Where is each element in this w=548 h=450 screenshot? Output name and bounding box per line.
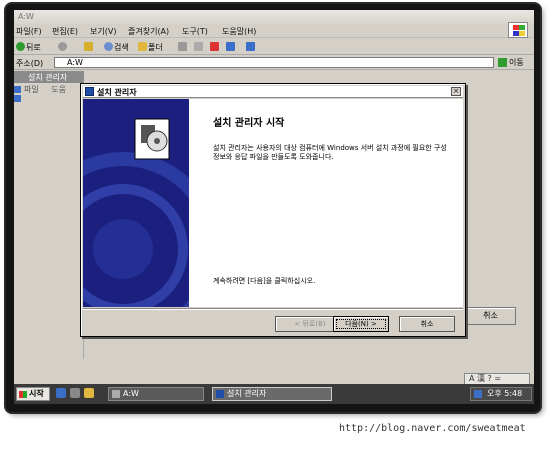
search-icon[interactable]: [104, 42, 113, 51]
cancel-button[interactable]: 취소: [399, 316, 455, 332]
start-button[interactable]: 시작: [16, 387, 50, 401]
menu-view[interactable]: 보기(V): [90, 26, 116, 37]
folders-button[interactable]: 폴더: [148, 42, 163, 53]
child-window-title[interactable]: 설치 관리자: [14, 71, 84, 83]
cd-artwork-icon: [83, 118, 189, 307]
forward-arrow-icon[interactable]: [58, 42, 67, 51]
explorer-title: A:W: [18, 12, 34, 21]
menu-edit[interactable]: 편집(E): [52, 26, 78, 37]
dialog-hint: 계속하려면 [다음]을 클릭하십시오.: [213, 277, 316, 285]
go-label: 이동: [509, 58, 524, 67]
views-icon[interactable]: [246, 42, 255, 51]
taskbar-item-explorer[interactable]: A:W: [108, 387, 204, 401]
quick-launch-ie-icon[interactable]: [56, 388, 66, 398]
setup-app-icon: [85, 87, 94, 96]
desktop-screen: A:W 파일(F) 편집(E) 보기(V) 즐겨찾기(A) 도구(T) 도움말(…: [14, 10, 534, 404]
side-icons: [14, 84, 22, 124]
dialog-title: 설치 관리자: [97, 88, 137, 97]
windows-logo-icon: [508, 22, 528, 38]
address-bar: 주소(D) A:W 이동: [14, 56, 534, 70]
explorer-toolbar: 뒤로 검색 폴더: [14, 39, 534, 55]
quick-launch-desktop-icon[interactable]: [70, 388, 80, 398]
system-tray[interactable]: 오후 5:48: [470, 387, 532, 401]
dialog-title-bar[interactable]: 설치 관리자 ×: [83, 86, 463, 98]
go-button[interactable]: 이동: [498, 57, 532, 68]
menu-help[interactable]: 도움말(H): [222, 26, 256, 37]
delete-icon[interactable]: [210, 42, 219, 51]
back-arrow-icon[interactable]: [16, 42, 25, 51]
setup-manager-dialog: 설치 관리자 × 설치 관리자 시작 설치 관리자는 사용자의 대상 컴퓨터에 …: [80, 83, 466, 337]
windows-flag-icon: [19, 391, 27, 398]
dialog-separator: [83, 308, 463, 310]
menu-file[interactable]: 파일(F): [16, 26, 42, 37]
app-icon: [14, 95, 21, 102]
dialog-description: 설치 관리자는 사용자의 대상 컴퓨터에 Windows 서버 설치 과정에 필…: [213, 144, 447, 161]
folder-icon: [112, 390, 120, 398]
address-field[interactable]: A:W: [54, 57, 494, 68]
taskbar: 시작 A:W 설치 관리자 오후 5:48: [14, 384, 534, 404]
copy-to-icon[interactable]: [194, 42, 203, 51]
back-button[interactable]: 뒤로: [26, 42, 41, 53]
quick-launch-explorer-icon[interactable]: [84, 388, 94, 398]
explorer-title-bar[interactable]: A:W: [14, 10, 534, 24]
undo-icon[interactable]: [226, 42, 235, 51]
address-label: 주소(D): [16, 59, 44, 68]
wizard-banner: [83, 99, 189, 307]
dialog-body: 설치 관리자 시작 설치 관리자는 사용자의 대상 컴퓨터에 Windows 서…: [83, 99, 463, 307]
child-menu-file[interactable]: 파일: [24, 85, 39, 94]
setup-app-icon: [216, 390, 224, 398]
menu-tools[interactable]: 도구(T): [182, 26, 208, 37]
task-label: 설치 관리자: [227, 389, 267, 398]
move-to-icon[interactable]: [178, 42, 187, 51]
close-button[interactable]: ×: [451, 87, 461, 96]
taskbar-item-setup-manager[interactable]: 설치 관리자: [212, 387, 332, 401]
child-menu-help[interactable]: 도움: [51, 85, 66, 94]
start-label: 시작: [29, 389, 44, 398]
task-label: A:W: [123, 389, 139, 398]
folders-icon[interactable]: [138, 42, 147, 51]
clock: 오후 5:48: [487, 389, 523, 398]
child-menu-bar: 파일 도움: [24, 84, 76, 95]
app-icon: [14, 86, 21, 93]
go-arrow-icon: [498, 58, 507, 67]
menu-favorites[interactable]: 즐겨찾기(A): [128, 26, 169, 37]
watermark-url: http://blog.naver.com/sweatmeat: [339, 423, 526, 434]
next-button[interactable]: 다음(N) >: [333, 316, 389, 332]
explorer-menu-bar: 파일(F) 편집(E) 보기(V) 즐겨찾기(A) 도구(T) 도움말(H): [14, 24, 534, 38]
search-button[interactable]: 검색: [114, 42, 129, 53]
up-folder-icon[interactable]: [84, 42, 93, 51]
dialog-heading: 설치 관리자 시작: [213, 118, 285, 129]
network-icon: [474, 390, 482, 398]
background-cancel-button[interactable]: 취소: [465, 307, 516, 325]
left-panel: [26, 99, 84, 359]
